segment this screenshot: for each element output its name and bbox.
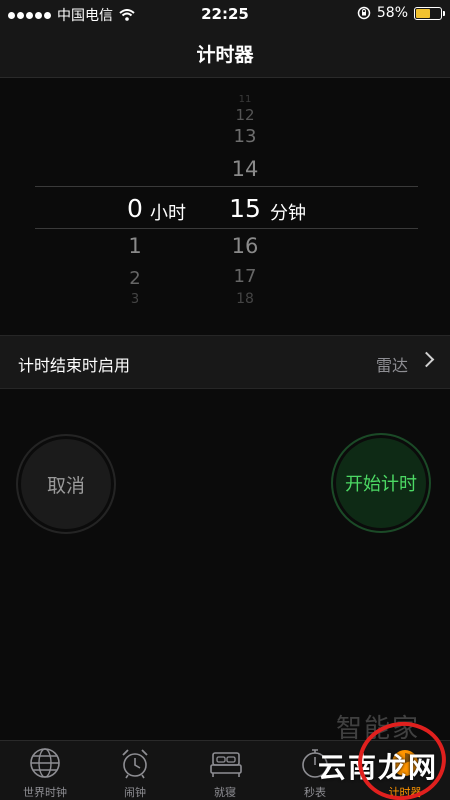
nav-bar: 计时器	[0, 28, 450, 78]
tab-bedtime[interactable]: 就寝	[180, 741, 270, 800]
status-right: 58%	[357, 5, 445, 21]
tab-label: 世界时钟	[23, 786, 67, 799]
hours-wheel[interactable]: 0 1 2 3	[100, 78, 170, 318]
timer-picker[interactable]: 0 1 2 3 小时 11 12 13 14 15 16 17 18 分钟	[0, 78, 450, 318]
tab-label: 闹钟	[124, 786, 146, 799]
cancel-button[interactable]: 取消	[16, 434, 116, 534]
tab-alarm[interactable]: 闹钟	[90, 741, 180, 800]
minute-option: 13	[233, 126, 257, 147]
minute-option: 14	[231, 157, 259, 181]
hour-option: 1	[128, 234, 142, 258]
battery-level-fill	[416, 8, 430, 18]
hour-option: 2	[129, 268, 141, 289]
status-bar: 中国电信 22:25 58%	[0, 0, 450, 28]
tab-label: 秒表	[304, 786, 326, 799]
globe-icon	[30, 748, 60, 778]
start-timer-button[interactable]: 开始计时	[331, 433, 431, 533]
hour-option: 3	[130, 292, 140, 307]
battery-icon	[414, 6, 445, 20]
when-timer-ends-row[interactable]: 计时结束时启用 雷达	[0, 335, 450, 389]
ringtone-value: 雷达	[375, 356, 408, 375]
minute-option: 12	[235, 106, 255, 124]
tab-label: 就寝	[214, 786, 236, 799]
page-title: 计时器	[196, 44, 254, 66]
minute-option: 16	[231, 234, 259, 258]
minute-option: 18	[236, 291, 254, 307]
minutes-wheel[interactable]: 11 12 13 14 15 16 17 18	[210, 78, 280, 318]
alarm-clock-icon	[122, 749, 148, 779]
hours-unit-label: 小时	[150, 203, 186, 224]
rotation-lock-icon	[357, 6, 371, 20]
tab-world-clock[interactable]: 世界时钟	[0, 741, 90, 800]
when-timer-ends-label: 计时结束时启用	[18, 356, 131, 375]
chevron-right-icon	[418, 351, 435, 368]
start-timer-button-label: 开始计时	[345, 474, 417, 495]
battery-percent: 58%	[376, 5, 408, 21]
minute-option: 11	[238, 94, 252, 105]
bed-icon	[210, 752, 242, 777]
minutes-unit-label: 分钟	[270, 203, 306, 224]
cancel-button-label: 取消	[46, 474, 85, 497]
minute-option: 17	[233, 266, 257, 287]
